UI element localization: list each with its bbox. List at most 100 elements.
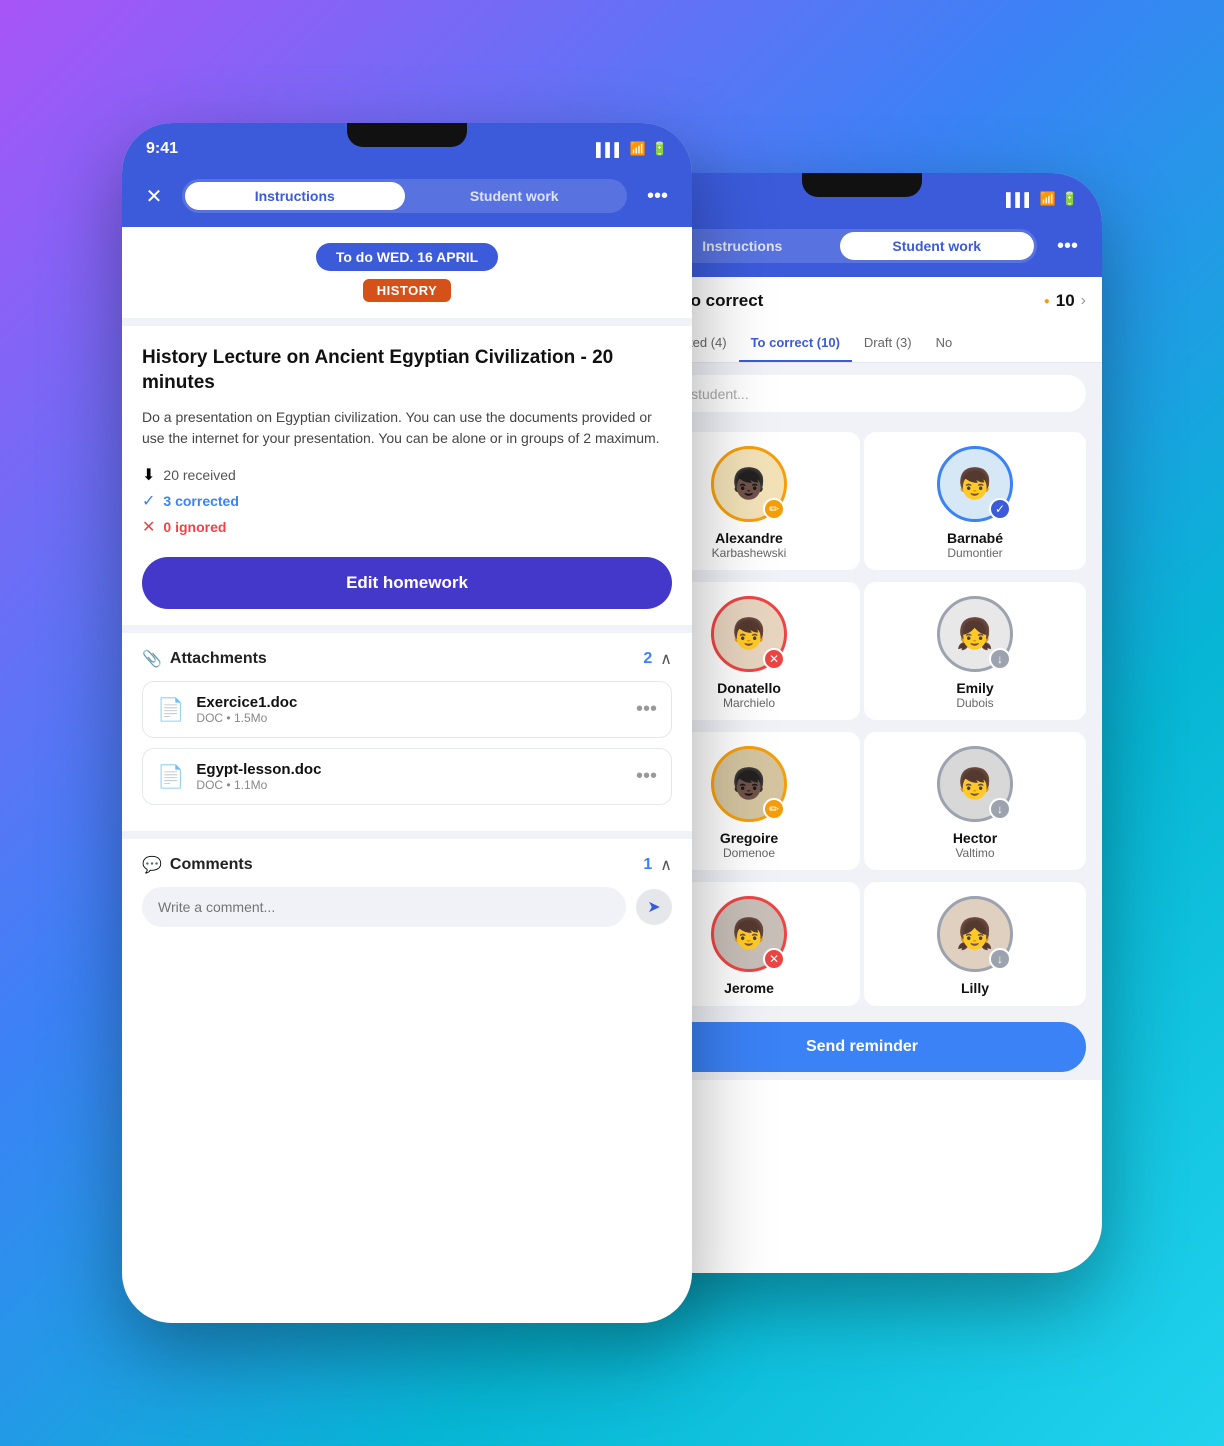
battery-icon: 🔋 xyxy=(652,141,668,157)
comments-chevron-icon[interactable]: ∧ xyxy=(660,855,672,875)
stat-corrected: ✓ 3 corrected xyxy=(142,491,672,511)
left-content: To do WED. 16 APRIL HISTORY History Lect… xyxy=(122,227,692,943)
student-lastname-hector: Valtimo xyxy=(955,846,994,860)
avatar-wrap-jerome: 👦 ✕ xyxy=(711,896,787,972)
status-icons-right: ▌▌▌ 📶 🔋 xyxy=(1006,191,1078,207)
left-phone: 9:41 ▌▌▌ 📶 🔋 ✕ Instructions Student work… xyxy=(122,123,692,1323)
student-cell-barnabe[interactable]: 👦 ✓ Barnabé Dumontier xyxy=(864,432,1086,570)
send-comment-button[interactable]: ➤ xyxy=(636,889,672,925)
students-grid: 👦🏿 ✏ Alexandre Karbashewski 👦 ✓ Barnabé … xyxy=(622,424,1102,1014)
avatar-wrap-donatello: 👦 ✕ xyxy=(711,596,787,672)
filter-draft[interactable]: Draft (3) xyxy=(852,325,924,362)
avatar-badge-barnabe: ✓ xyxy=(989,498,1011,520)
right-content: Work to correct ● 10 › Corrected (4) To … xyxy=(622,277,1102,1080)
attachment-item-1: 📄 Exercice1.doc DOC • 1.5Mo ••• xyxy=(142,681,672,738)
student-firstname-donatello: Donatello xyxy=(717,680,781,696)
tab-instructions[interactable]: Instructions xyxy=(185,182,405,210)
attachment-more-1[interactable]: ••• xyxy=(636,698,657,721)
avatar-badge-lilly: ↓ xyxy=(989,948,1011,970)
file-icon-2: 📄 xyxy=(157,764,184,790)
more-button[interactable]: ••• xyxy=(639,181,676,212)
nav-bar-right: Instructions Student work ••• xyxy=(622,221,1102,277)
cross-icon: ✕ xyxy=(142,517,155,537)
status-time: 9:41 xyxy=(146,140,178,158)
subject-badge: HISTORY xyxy=(363,279,452,302)
download-icon: ⬇ xyxy=(142,465,155,485)
comment-count: 1 xyxy=(643,856,652,874)
attachments-label: Attachments xyxy=(170,650,267,668)
attachment-more-2[interactable]: ••• xyxy=(636,765,657,788)
student-cell-lilly[interactable]: 👧 ↓ Lilly xyxy=(864,882,1086,1006)
attachment-item-2: 📄 Egypt-lesson.doc DOC • 1.1Mo ••• xyxy=(142,748,672,805)
attachments-chevron-icon[interactable]: ∧ xyxy=(660,649,672,669)
homework-title: History Lecture on Ancient Egyptian Civi… xyxy=(142,346,672,395)
search-box[interactable]: 🔍 a student... xyxy=(638,375,1086,412)
work-header: Work to correct ● 10 › xyxy=(622,277,1102,325)
avatar-wrap-hector: 👦 ↓ xyxy=(937,746,1013,822)
stat-received: ⬇ 20 received xyxy=(142,465,672,485)
work-chevron-icon[interactable]: › xyxy=(1081,292,1086,310)
nav-bar-left: ✕ Instructions Student work ••• xyxy=(122,171,692,227)
avatar-badge-jerome: ✕ xyxy=(763,948,785,970)
nav-tabs: Instructions Student work xyxy=(182,179,627,213)
student-firstname-hector: Hector xyxy=(953,830,997,846)
homework-card: History Lecture on Ancient Egyptian Civi… xyxy=(122,326,692,625)
signal-icon: ▌▌▌ xyxy=(596,142,624,157)
edit-homework-button[interactable]: Edit homework xyxy=(142,557,672,609)
wifi-icon: 📶 xyxy=(630,141,646,157)
attachment-count: 2 xyxy=(643,650,652,668)
filter-no[interactable]: No xyxy=(924,325,965,362)
student-firstname-gregoire: Gregoire xyxy=(720,830,778,846)
close-button[interactable]: ✕ xyxy=(138,180,170,212)
send-reminder-button[interactable]: Send reminder xyxy=(638,1022,1086,1072)
comment-input-row: ➤ xyxy=(142,887,672,927)
comment-input[interactable] xyxy=(142,887,626,927)
avatar-badge-donatello: ✕ xyxy=(763,648,785,670)
avatar-wrap-lilly: 👧 ↓ xyxy=(937,896,1013,972)
attachment-icon: 📎 xyxy=(142,649,162,669)
homework-stats: ⬇ 20 received ✓ 3 corrected ✕ 0 ignored xyxy=(142,465,672,537)
due-badge: To do WED. 16 APRIL xyxy=(316,243,498,271)
status-icons: ▌▌▌ 📶 🔋 xyxy=(596,141,668,157)
student-firstname-barnabe: Barnabé xyxy=(947,530,1003,546)
student-lastname-barnabe: Dumontier xyxy=(947,546,1002,560)
student-lastname-alexandre: Karbashewski xyxy=(712,546,787,560)
file-icon-1: 📄 xyxy=(157,697,184,723)
attachments-header: 📎 Attachments 2 ∧ xyxy=(142,649,672,669)
attachment-name-1: Exercice1.doc xyxy=(196,694,297,711)
avatar-badge-gregoire: ✏ xyxy=(763,798,785,820)
filter-tabs: Corrected (4) To correct (10) Draft (3) … xyxy=(622,325,1102,363)
signal-icon-right: ▌▌▌ xyxy=(1006,192,1034,207)
avatar-badge-alexandre: ✏ xyxy=(763,498,785,520)
due-date-section: To do WED. 16 APRIL HISTORY xyxy=(122,227,692,318)
wifi-icon-right: 📶 xyxy=(1040,191,1056,207)
avatar-wrap-alexandre: 👦🏿 ✏ xyxy=(711,446,787,522)
student-lastname-gregoire: Domenoe xyxy=(723,846,775,860)
tab-student-work[interactable]: Student work xyxy=(405,182,625,210)
attachments-section: 📎 Attachments 2 ∧ 📄 Exercice1.doc DOC • … xyxy=(122,633,692,831)
received-label: 20 received xyxy=(163,467,235,483)
tab-student-work-right[interactable]: Student work xyxy=(840,232,1035,260)
filter-to-correct[interactable]: To correct (10) xyxy=(739,325,852,362)
avatar-badge-hector: ↓ xyxy=(989,798,1011,820)
student-lastname-donatello: Marchielo xyxy=(723,696,775,710)
comments-label: Comments xyxy=(170,856,253,874)
attachment-meta-2: DOC • 1.1Mo xyxy=(196,778,321,792)
attachment-meta-1: DOC • 1.5Mo xyxy=(196,711,297,725)
student-firstname-alexandre: Alexandre xyxy=(715,530,783,546)
avatar-badge-emily: ↓ xyxy=(989,648,1011,670)
homework-description: Do a presentation on Egyptian civilizati… xyxy=(142,407,672,449)
student-cell-emily[interactable]: 👧 ↓ Emily Dubois xyxy=(864,582,1086,720)
notch xyxy=(347,123,467,147)
ignored-label: 0 ignored xyxy=(163,519,226,535)
stat-ignored: ✕ 0 ignored xyxy=(142,517,672,537)
student-cell-hector[interactable]: 👦 ↓ Hector Valtimo xyxy=(864,732,1086,870)
notch-right xyxy=(802,173,922,197)
more-button-right[interactable]: ••• xyxy=(1049,231,1086,262)
avatar-wrap-emily: 👧 ↓ xyxy=(937,596,1013,672)
nav-tabs-right: Instructions Student work xyxy=(642,229,1037,263)
avatar-wrap-barnabe: 👦 ✓ xyxy=(937,446,1013,522)
comments-header: 💬 Comments 1 ∧ xyxy=(142,855,672,875)
student-firstname-jerome: Jerome xyxy=(724,980,774,996)
student-firstname-lilly: Lilly xyxy=(961,980,989,996)
